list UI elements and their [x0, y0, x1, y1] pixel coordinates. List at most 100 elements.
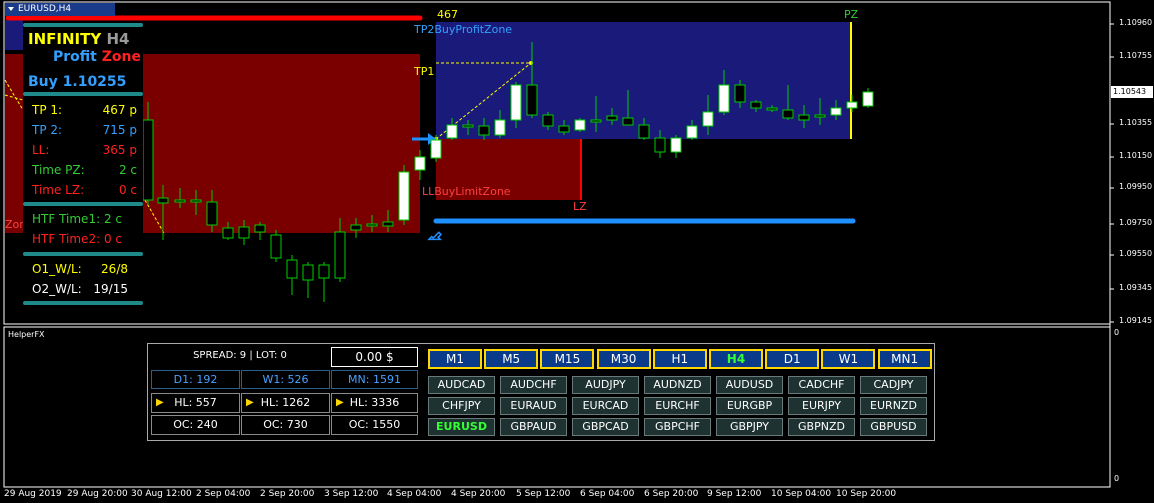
- timeframe-button-m30[interactable]: M30: [596, 349, 651, 369]
- info-divider-2: [23, 202, 143, 206]
- timeframe-button-h4[interactable]: H4: [709, 349, 763, 369]
- candle-body: [846, 101, 858, 109]
- info-row-value: 26/8: [101, 262, 128, 276]
- info-row-value: 19/15: [93, 282, 128, 296]
- info-row-label: TP 2:: [32, 123, 63, 137]
- info-divider-3: [23, 252, 143, 256]
- timeframe-button-w1[interactable]: W1: [821, 349, 876, 369]
- time-tick-label: 9 Sep 12:00: [707, 489, 762, 499]
- hl-value: HL: 1262: [260, 396, 311, 409]
- pair-button-eurgbp[interactable]: EURGBP: [716, 397, 783, 415]
- left-profit-zone-edge: [5, 20, 23, 50]
- candle-body: [302, 264, 314, 281]
- pair-button-euraud[interactable]: EURAUD: [500, 397, 567, 415]
- candle-body: [750, 101, 762, 109]
- candle-body: [350, 224, 362, 231]
- tp2-zone-label: TP2BuyProfitZone: [414, 23, 513, 36]
- tp-value-label: 467: [437, 8, 458, 21]
- candle-body: [862, 91, 874, 107]
- info-row-label: Time LZ:: [32, 183, 85, 197]
- timeframe-button-m5[interactable]: M5: [484, 349, 539, 369]
- candle-body: [462, 124, 474, 128]
- pair-button-gbpnzd[interactable]: GBPNZD: [788, 418, 855, 436]
- pair-button-audnzd[interactable]: AUDNZD: [644, 376, 711, 394]
- candle-body: [654, 137, 666, 153]
- pair-button-audcad[interactable]: AUDCAD: [428, 376, 495, 394]
- oc-cell: OC: 730: [241, 415, 330, 435]
- timeframe-button-h1[interactable]: H1: [652, 349, 707, 369]
- pz-label: PZ: [844, 8, 859, 21]
- pair-button-gbpcad[interactable]: GBPCAD: [572, 418, 639, 436]
- pair-button-eurjpy[interactable]: EURJPY: [788, 397, 855, 415]
- candle-body: [318, 264, 330, 279]
- candle-body: [494, 119, 506, 136]
- pair-button-eurnzd[interactable]: EURNZD: [860, 397, 927, 415]
- hl-value: HL: 557: [174, 396, 217, 409]
- price-tick-label: 1.09145: [1119, 316, 1153, 325]
- time-tick-label: 2 Sep 20:00: [260, 489, 315, 499]
- indicator-title: HelperFX: [8, 330, 45, 339]
- timeframe-button-m1[interactable]: M1: [428, 349, 482, 369]
- timeframe-button-mn1[interactable]: MN1: [877, 349, 932, 369]
- candle-body: [142, 119, 154, 201]
- candle-body: [558, 125, 570, 133]
- candle-body: [190, 199, 202, 203]
- price-tick-label: 1.10960: [1119, 18, 1153, 27]
- lz-label: LZ: [573, 200, 587, 213]
- candle-body: [478, 125, 490, 136]
- timeframe-button-m15[interactable]: M15: [540, 349, 595, 369]
- candle-body: [606, 115, 618, 121]
- pair-button-gbpjpy[interactable]: GBPJPY: [716, 418, 783, 436]
- price-tick-label: 1.09750: [1119, 218, 1153, 227]
- candle-body: [206, 201, 218, 226]
- signal-label: Buy 1.10255: [28, 74, 127, 90]
- pair-button-gbpaud[interactable]: GBPAUD: [500, 418, 567, 436]
- pair-button-eurusd[interactable]: EURUSD: [428, 418, 495, 436]
- info-row-label: O1_W/L:: [32, 262, 82, 276]
- price-tick-label: 1.10150: [1119, 151, 1153, 160]
- candle-body: [366, 223, 378, 227]
- pair-button-gbpchf[interactable]: GBPCHF: [644, 418, 711, 436]
- pair-button-audjpy[interactable]: AUDJPY: [572, 376, 639, 394]
- pair-button-chfjpy[interactable]: CHFJPY: [428, 397, 495, 415]
- candle-body: [398, 171, 410, 221]
- candle-body: [718, 84, 730, 113]
- candle-body: [238, 226, 250, 239]
- pair-button-audchf[interactable]: AUDCHF: [500, 376, 567, 394]
- timeframe-button-d1[interactable]: D1: [765, 349, 820, 369]
- range-cell: W1: 526: [241, 370, 330, 389]
- candle-body: [766, 107, 778, 111]
- pair-button-gbpusd[interactable]: GBPUSD: [860, 418, 927, 436]
- play-icon: ▶: [336, 397, 344, 408]
- price-tick-label: 1.09550: [1119, 249, 1153, 258]
- time-tick-label: 4 Sep 20:00: [451, 489, 506, 499]
- time-tick-label: 10 Sep 20:00: [836, 489, 897, 499]
- price-tick-label: 1.10755: [1119, 51, 1153, 60]
- info-row-label: O2_W/L:: [32, 282, 82, 296]
- candle-body: [222, 227, 234, 239]
- pair-button-audusd[interactable]: AUDUSD: [716, 376, 783, 394]
- price-tick-label: 1.09950: [1119, 182, 1153, 191]
- candle-body: [638, 124, 650, 139]
- pair-button-eurchf[interactable]: EURCHF: [644, 397, 711, 415]
- candle-body: [734, 84, 746, 103]
- info-row-value: 2 c: [118, 163, 137, 177]
- logo-line-1: INFINITY H4: [28, 30, 129, 48]
- hl-cell: ▶ HL: 1262: [241, 393, 330, 413]
- oc-cell: OC: 1550: [331, 415, 418, 435]
- current-price-label: 1.10543: [1113, 87, 1147, 96]
- info-row-value: 0 c: [118, 183, 137, 197]
- pair-button-cadchf[interactable]: CADCHF: [788, 376, 855, 394]
- info-row-value: 2 c: [103, 212, 122, 226]
- time-tick-label: 3 Sep 12:00: [324, 489, 379, 499]
- candle-body: [574, 119, 586, 131]
- time-tick-label: 4 Sep 04:00: [387, 489, 442, 499]
- logo-line-2: Profit Zone: [53, 49, 141, 65]
- time-tick-label: 5 Sep 12:00: [516, 489, 571, 499]
- candle-body: [446, 124, 458, 139]
- info-row-label: HTF Time2:: [32, 232, 101, 246]
- pair-button-cadjpy[interactable]: CADJPY: [860, 376, 927, 394]
- pair-button-eurcad[interactable]: EURCAD: [572, 397, 639, 415]
- profit-display: 0.00 $: [331, 347, 418, 367]
- candle-body: [286, 259, 298, 279]
